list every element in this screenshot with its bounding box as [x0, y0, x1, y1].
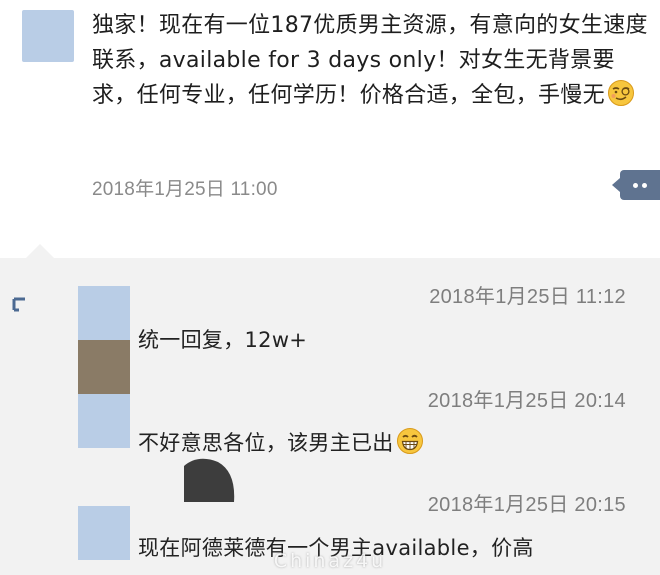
more-dot-icon [633, 182, 638, 188]
post-text: 独家！现在有一位187优质男主资源，有意向的女生速度联系，available f… [92, 13, 648, 108]
comment-text: 不好意思各位，该男主已出 [138, 431, 394, 455]
comment-avatar[interactable] [78, 286, 130, 340]
post-avatar[interactable] [22, 10, 74, 62]
more-button-arrow [612, 178, 620, 192]
moments-screenshot: 独家！现在有一位187优质男主资源，有意向的女生速度联系，available f… [0, 0, 660, 575]
comment-avatar[interactable] [78, 340, 130, 394]
watermark: Chinaz4u [273, 550, 387, 572]
comment-timestamp: 2018年1月25日 20:14 [427, 390, 626, 412]
redacted-avatar [184, 458, 236, 502]
comment-bubble-icon [10, 295, 32, 317]
comment-text: 统一回复，12w+ [138, 328, 308, 352]
grinning-face-icon [396, 427, 424, 455]
comment-content: 不好意思各位，该男主已出 [138, 427, 424, 457]
post-timestamp: 2018年1月25日 11:00 [92, 179, 278, 200]
moment-post: 独家！现在有一位187优质男主资源，有意向的女生速度联系，available f… [0, 0, 660, 228]
smug-face-icon [607, 79, 635, 107]
more-dot-icon [642, 182, 647, 188]
comment-timestamp: 2018年1月25日 20:15 [427, 494, 626, 516]
comments-notch [26, 244, 54, 258]
comment-timestamp: 2018年1月25日 11:12 [429, 286, 626, 308]
post-content: 独家！现在有一位187优质男主资源，有意向的女生速度联系，available f… [92, 8, 652, 113]
comment-more-button[interactable] [620, 170, 660, 200]
comment-avatar[interactable] [78, 394, 130, 448]
